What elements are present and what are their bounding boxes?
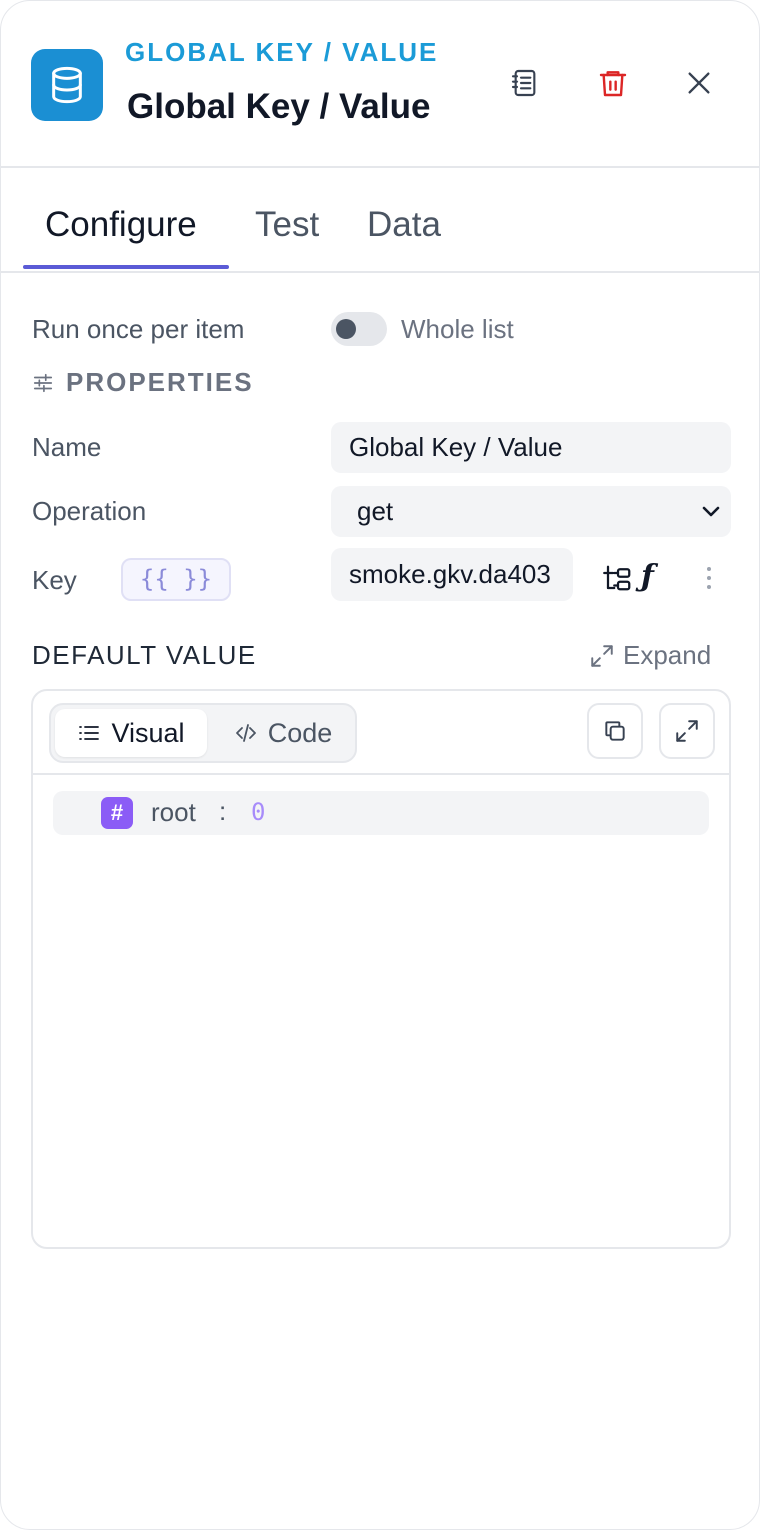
editor-toolbar: Visual Code <box>33 691 729 775</box>
editor-mode-switch: Visual Code <box>49 703 357 763</box>
json-root-value[interactable]: 0 <box>251 798 265 826</box>
operation-label: Operation <box>32 496 147 526</box>
list-icon <box>79 726 100 740</box>
node-title: Global Key / Value <box>127 87 431 126</box>
toggle-knob <box>336 319 356 339</box>
panel-tabs: Configure Test Data <box>1 169 759 273</box>
active-tab-indicator <box>23 265 229 269</box>
run-mode-label: Run once per item <box>32 314 245 344</box>
expand-icon <box>591 644 613 667</box>
tab-configure[interactable]: Configure <box>45 205 197 245</box>
copy-button[interactable] <box>587 703 643 759</box>
copy-icon <box>605 721 625 741</box>
tab-data[interactable]: Data <box>367 205 441 245</box>
tab-test[interactable]: Test <box>255 205 319 245</box>
operation-value: get <box>357 496 394 526</box>
code-mode-label: Code <box>267 717 333 748</box>
maximize-icon <box>676 720 698 742</box>
operation-select[interactable]: get <box>331 486 731 537</box>
properties-heading-text: PROPERTIES <box>66 367 254 397</box>
json-root-separator: : <box>219 796 227 826</box>
node-config-panel: GLOBAL KEY / VALUE Global Key / Value Co… <box>0 0 760 1530</box>
trash-icon <box>599 71 627 97</box>
name-input[interactable]: Global Key / Value <box>331 422 731 473</box>
function-button[interactable]: ƒ <box>641 559 654 594</box>
expand-label: Expand <box>623 640 712 670</box>
template-toggle-button[interactable]: {{ }} <box>121 558 231 601</box>
whole-list-toggle[interactable] <box>331 312 387 346</box>
visual-mode-button[interactable]: Visual <box>55 709 207 757</box>
code-mode-button[interactable]: Code <box>213 709 353 757</box>
json-root-row[interactable]: # root : 0 <box>53 791 709 835</box>
fullscreen-button[interactable] <box>659 703 715 759</box>
expand-button[interactable]: Expand <box>589 640 711 671</box>
key-input[interactable]: smoke.gkv.da403 <box>331 548 573 601</box>
code-icon <box>235 724 256 742</box>
notes-button[interactable] <box>505 63 545 103</box>
properties-heading: PROPERTIES <box>32 367 254 398</box>
panel-header: GLOBAL KEY / VALUE Global Key / Value <box>1 1 759 168</box>
notes-icon <box>511 69 536 97</box>
close-button[interactable] <box>679 63 719 103</box>
key-label: Key <box>32 565 77 595</box>
more-vertical-icon[interactable] <box>699 563 719 593</box>
delete-button[interactable] <box>593 63 633 103</box>
number-type-badge: # <box>101 797 133 829</box>
name-label: Name <box>32 432 102 462</box>
close-icon <box>688 72 710 94</box>
database-icon <box>31 49 103 121</box>
sliders-icon <box>33 373 53 392</box>
node-type-label: GLOBAL KEY / VALUE <box>125 37 439 67</box>
tree-select-icon[interactable] <box>603 563 633 593</box>
json-root-key: root <box>151 797 196 827</box>
visual-mode-label: Visual <box>111 717 185 748</box>
default-value-heading: DEFAULT VALUE <box>32 640 257 670</box>
json-editor: Visual Code # root: 0 <box>31 689 731 1249</box>
whole-list-label: Whole list <box>401 314 514 344</box>
chevron-down-icon <box>702 506 720 517</box>
